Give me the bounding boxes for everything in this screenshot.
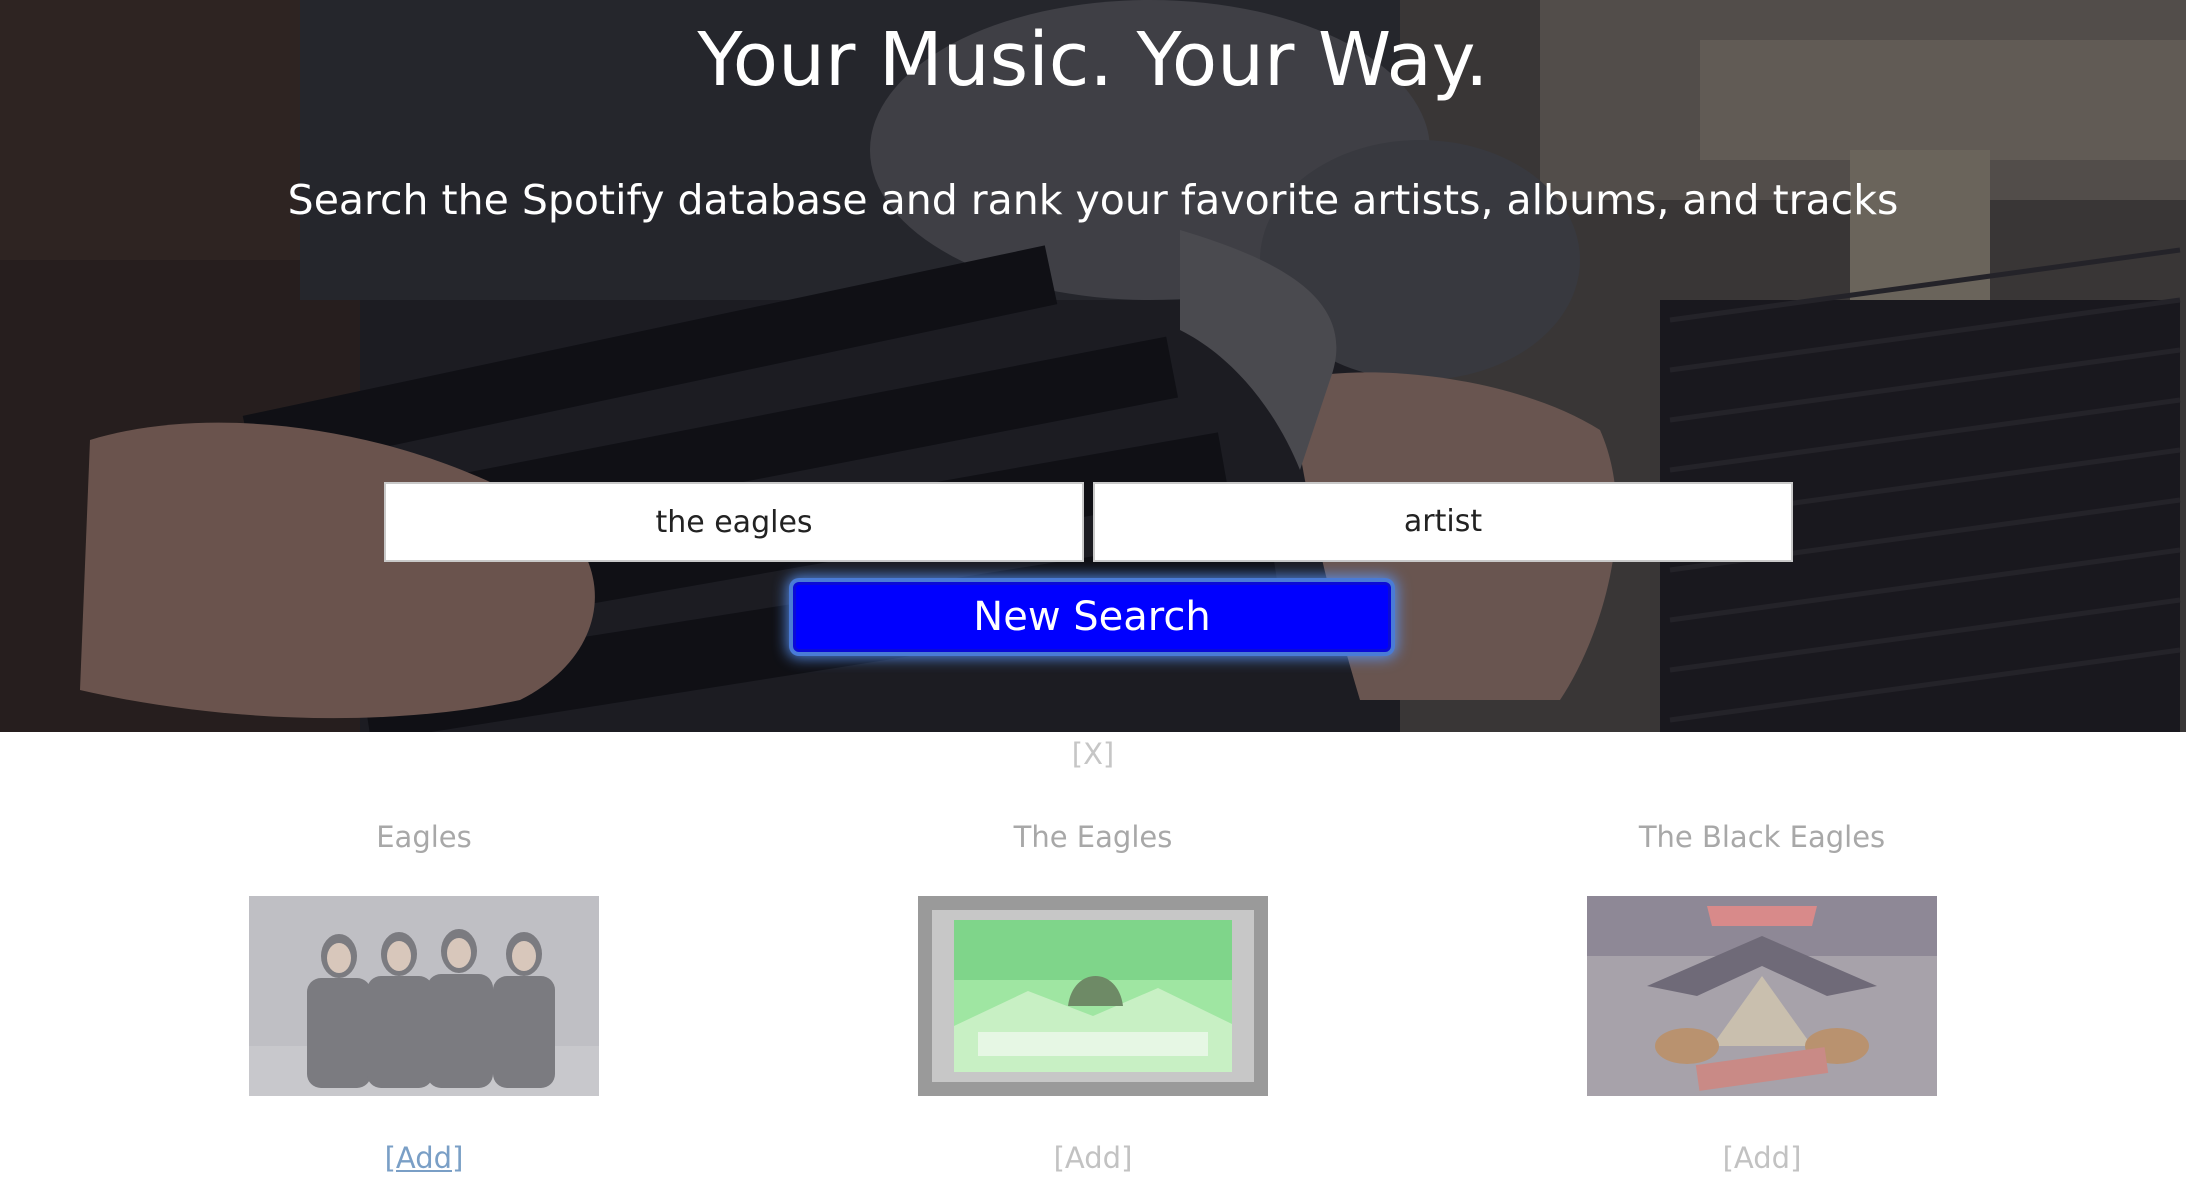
close-results-link[interactable]: [X]: [0, 735, 2186, 773]
search-type-select[interactable]: artist: [1093, 482, 1793, 562]
add-result-link[interactable]: [Add]: [1428, 1138, 2096, 1178]
add-result-link[interactable]: [Add]: [759, 1138, 1427, 1178]
result-card-eagles: Eagles [Add]: [90, 810, 758, 1178]
result-artist-image[interactable]: [249, 896, 599, 1096]
result-artist-name: The Black Eagles: [1638, 820, 1886, 854]
new-search-button[interactable]: New Search: [793, 582, 1391, 652]
result-artist-name: Eagles: [376, 820, 472, 854]
search-query-input[interactable]: [384, 482, 1084, 562]
result-card-the-black-eagles: The Black Eagles [Add]: [1428, 810, 2096, 1178]
result-artist-image[interactable]: [918, 896, 1268, 1096]
page-headline: Your Music. Your Way.: [697, 17, 1489, 103]
hero-banner: Your Music. Your Way. Search the Spotify…: [0, 0, 2186, 732]
result-artist-name: The Eagles: [1013, 820, 1173, 854]
add-result-link[interactable]: [Add]: [90, 1138, 758, 1178]
result-artist-image[interactable]: [1587, 896, 1937, 1096]
page-tagline: Search the Spotify database and rank you…: [287, 176, 1899, 224]
result-card-the-eagles: The Eagles [Add]: [759, 810, 1427, 1178]
